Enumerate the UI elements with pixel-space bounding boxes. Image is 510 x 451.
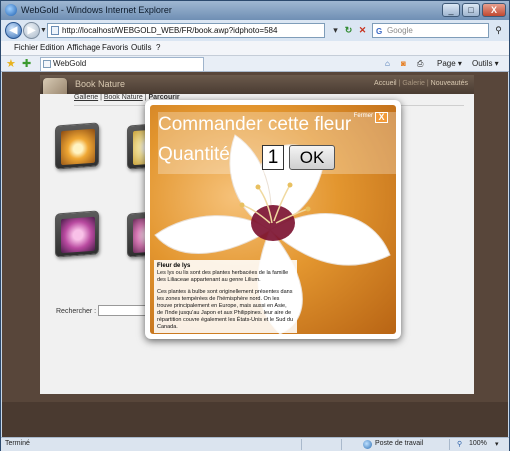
tools-menu-label: Outils [472, 59, 493, 68]
title-bar: WebGold - Windows Internet Explorer _ □ … [1, 1, 509, 20]
site-nav: Accueil | Galerie | Nouveautés [374, 80, 468, 87]
search-input[interactable]: G Google [372, 23, 489, 38]
menu-favoris[interactable]: Favoris [102, 43, 128, 52]
zoom-icon[interactable]: ⚲ [457, 440, 462, 448]
page-menu[interactable]: Page ▾ [437, 57, 462, 71]
maximize-button[interactable]: □ [462, 3, 480, 17]
menu-outils[interactable]: Outils [131, 43, 151, 52]
search-placeholder: Google [387, 26, 413, 35]
page-footer-area [2, 402, 508, 437]
menu-fichier[interactable]: Fichier [14, 43, 38, 52]
site-name: Book Nature [75, 79, 126, 89]
breadcrumb-gallery[interactable]: Gallerie [74, 94, 98, 101]
description-title: Fleur de lys [157, 263, 191, 269]
back-button[interactable]: ◀ [5, 22, 22, 39]
status-divider [341, 439, 342, 450]
description-paragraph: Ces plantes à bulbe sont originellement … [157, 289, 294, 330]
browser-window: WebGold - Windows Internet Explorer _ □ … [0, 0, 510, 451]
window-title: WebGold - Windows Internet Explorer [21, 5, 172, 15]
photo-thumbnail[interactable] [55, 122, 99, 170]
modal-close[interactable]: Fermer X [328, 112, 388, 124]
quantity-input[interactable]: 1 [262, 145, 284, 170]
home-icon[interactable]: ⌂ [385, 57, 390, 71]
url-field[interactable]: http://localhost/WEBGOLD_WEB/FR/book.awp… [47, 23, 325, 38]
ok-button[interactable]: OK [289, 145, 335, 170]
close-icon[interactable]: X [375, 112, 388, 123]
flower-photo: Commander cette fleur Quantité : 1 OK Fe… [150, 105, 396, 334]
order-modal: Commander cette fleur Quantité : 1 OK Fe… [145, 100, 401, 339]
site-header: Book Nature Accueil | Galerie | Nouveaut… [40, 75, 474, 102]
google-icon: G [376, 27, 383, 36]
print-icon[interactable]: ⎙ [417, 57, 423, 71]
search-label: Rechercher : [56, 308, 97, 315]
favorites-star-icon[interactable]: ★ [6, 57, 16, 70]
nav-home[interactable]: Accueil [374, 80, 397, 87]
status-divider [301, 439, 302, 450]
page-menu-label: Page [437, 59, 456, 68]
ie-logo-icon [5, 4, 17, 16]
security-zone: Poste de travail [375, 440, 424, 447]
description-paragraph: Les lys ou lis sont des plantes herbacée… [157, 270, 289, 283]
nav-news[interactable]: Nouveautés [431, 80, 468, 87]
forward-button[interactable]: ▶ [23, 22, 40, 39]
status-divider [449, 439, 450, 450]
tab-webgold[interactable]: WebGold [40, 57, 204, 71]
status-text: Terminé [5, 440, 30, 447]
menu-edition[interactable]: Edition [40, 43, 64, 52]
menu-help[interactable]: ? [156, 43, 160, 52]
nav-gallery[interactable]: Galerie [402, 80, 425, 87]
page-icon [51, 26, 59, 35]
quantity-label: Quantité : [158, 144, 241, 165]
close-label[interactable]: Fermer [354, 113, 373, 119]
history-dropdown-icon[interactable]: ▼ [40, 27, 47, 34]
status-bar: Terminé Poste de travail ⚲ 100% ▾ [1, 437, 509, 451]
refresh-icon[interactable]: ↻ [342, 24, 355, 37]
order-title: Commander cette fleur [158, 114, 352, 135]
tab-bar: ★ ✚ WebGold ⌂ ◙ ⎙ Page ▾ Outils ▾ [1, 56, 509, 72]
tab-favicon-icon [43, 60, 51, 68]
computer-zone-icon [363, 440, 372, 449]
url-dropdown-icon[interactable]: ▾ [329, 24, 342, 37]
tools-menu[interactable]: Outils ▾ [472, 57, 499, 71]
url-text: http://localhost/WEBGOLD_WEB/FR/book.awp… [62, 26, 278, 35]
add-favorite-icon[interactable]: ✚ [22, 57, 31, 70]
photo-thumbnail[interactable] [55, 210, 99, 258]
zoom-level[interactable]: 100% [469, 440, 487, 447]
flower-center [251, 205, 295, 241]
breadcrumb-book[interactable]: Book Nature [104, 94, 143, 101]
menu-affichage[interactable]: Affichage [67, 43, 100, 52]
thumbnail-image [61, 216, 95, 254]
site-search-input[interactable] [98, 305, 150, 316]
zoom-dropdown-icon[interactable]: ▾ [495, 440, 499, 448]
search-icon[interactable]: ⚲ [491, 23, 506, 38]
close-window-button[interactable]: X [482, 3, 506, 17]
flower-description: Fleur de lys Les lys ou lis sont des pla… [154, 260, 297, 333]
tab-label: WebGold [53, 59, 87, 68]
menu-bar: Fichier Edition Affichage Favoris Outils… [1, 41, 509, 56]
feeds-icon[interactable]: ◙ [401, 57, 406, 71]
thumbnail-image [61, 128, 95, 166]
stop-icon[interactable]: ✕ [356, 24, 369, 37]
address-bar: ◀ ▶ ▼ http://localhost/WEBGOLD_WEB/FR/bo… [1, 20, 509, 41]
minimize-button[interactable]: _ [442, 3, 460, 17]
